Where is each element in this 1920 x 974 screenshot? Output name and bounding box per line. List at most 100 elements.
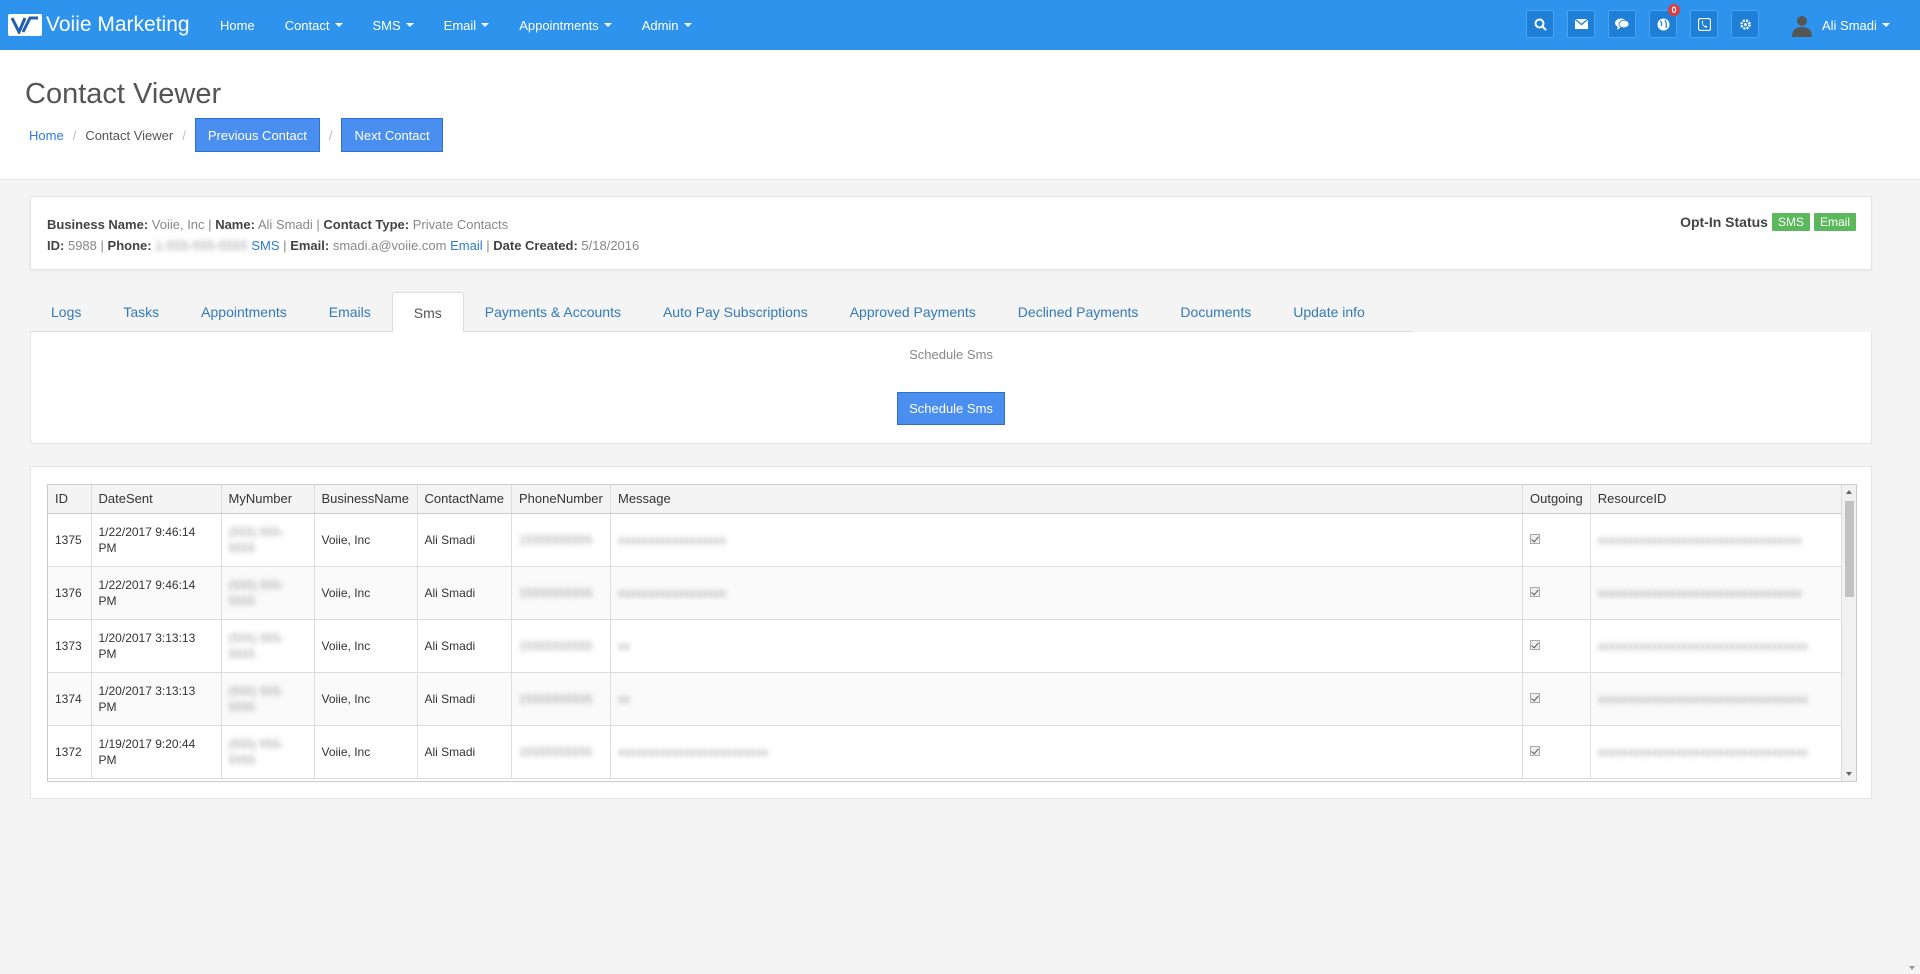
cell-my-number: (555) 555-5555 <box>221 513 315 567</box>
table-scrollbar-thumb[interactable] <box>1845 501 1854 597</box>
chevron-down-icon <box>481 23 490 27</box>
cell-text: xxxxxxxxxxxxxxxxxx <box>617 532 726 547</box>
cell-date: 1/20/2017 3:13:13 PM <box>91 672 222 726</box>
tab-logs[interactable]: Logs <box>30 292 102 332</box>
cell-text: 1375 <box>55 532 82 547</box>
contact-info-line-2: ID: 5988 | Phone: 1-555-555-5555 SMS | E… <box>47 238 640 253</box>
email-link[interactable]: Email <box>450 238 483 253</box>
opt-in-sms-badge: SMS <box>1771 213 1810 231</box>
info-divider: | <box>208 217 212 232</box>
table-row[interactable]: 1376 1/22/2017 9:46:14 PM (555) 555-5555 Vo… <box>48 566 1845 620</box>
cell-text: xxxxxxxxxxxxxxxxxxxxxxxxx <box>617 744 768 759</box>
column-header-businessname[interactable]: BusinessName <box>314 485 418 514</box>
date-created-label: Date Created: <box>493 238 578 253</box>
cell-text: 15555555555 <box>518 532 593 547</box>
cell-my-number: (555) 555-5555 <box>221 725 315 779</box>
next-contact-button[interactable]: Next Contact <box>341 118 443 152</box>
sms-log-table-container[interactable]: ID DateSent MyNumber BusinessName ContactNam… <box>47 484 1857 782</box>
schedule-sms-button[interactable]: Schedule Sms <box>897 392 1005 425</box>
column-header-datesent[interactable]: DateSent <box>91 485 222 514</box>
notifications-button[interactable]: 0 <box>1649 4 1680 38</box>
chat-button[interactable] <box>1608 10 1636 38</box>
breadcrumb-separator: / <box>328 127 333 143</box>
opt-in-label: Opt-In Status <box>1680 214 1768 230</box>
phone-button[interactable] <box>1690 10 1718 38</box>
nav-item-contact[interactable]: Contact <box>285 18 343 33</box>
nav-item-sms[interactable]: SMS <box>373 18 414 33</box>
tab-approved-payments[interactable]: Approved Payments <box>829 292 997 332</box>
cell-text: Voiie, Inc <box>321 532 371 547</box>
table-row[interactable]: 1374 1/20/2017 3:13:13 PM (555) 555-5555 Vo… <box>48 672 1845 726</box>
tab-sms[interactable]: Sms <box>391 292 464 333</box>
column-header-message[interactable]: Message <box>610 485 1523 514</box>
cell-contact: Ali Smadi <box>417 725 512 779</box>
page-scrollbar[interactable] <box>1903 180 1920 974</box>
tab-emails[interactable]: Emails <box>308 292 392 332</box>
brand-logo-icon <box>8 14 42 36</box>
tab-update-info[interactable]: Update info <box>1272 292 1386 332</box>
outgoing-checkbox <box>1529 639 1540 650</box>
sms-link[interactable]: SMS <box>251 238 279 253</box>
cell-phone: 15555555555 <box>511 619 611 673</box>
chevron-down-icon <box>603 23 612 27</box>
top-navbar: Voiie Marketing Home Contact SMS Email Appoi… <box>0 0 1920 50</box>
page-scroll-down-arrow-icon[interactable] <box>1909 966 1915 970</box>
cell-date: 1/22/2017 9:46:14 PM <box>91 513 222 567</box>
business-name-value: Voiie, Inc <box>151 217 205 232</box>
scroll-down-arrow-icon[interactable] <box>1846 772 1852 776</box>
tab-auto-pay-subscriptions[interactable]: Auto Pay Subscriptions <box>642 292 829 332</box>
user-menu[interactable]: Ali Smadi <box>1790 12 1890 38</box>
cell-contact: Ali Smadi <box>417 672 512 726</box>
nav-item-appointments[interactable]: Appointments <box>519 18 612 33</box>
table-row[interactable]: 1375 1/22/2017 9:46:14 PM (555) 555-5555 Vo… <box>48 513 1845 567</box>
cell-text: Voiie, Inc <box>321 585 371 600</box>
tab-appointments[interactable]: Appointments <box>180 292 308 332</box>
sms-log-table: ID DateSent MyNumber BusinessName ContactNam… <box>48 485 1845 779</box>
nav-item-home[interactable]: Home <box>220 18 255 33</box>
cell-text: Voiie, Inc <box>321 638 371 653</box>
table-header-row: ID DateSent MyNumber BusinessName ContactNam… <box>48 485 1845 514</box>
info-divider: | <box>316 217 320 232</box>
nav-item-admin[interactable]: Admin <box>642 18 692 33</box>
column-header-outgoing[interactable]: Outgoing <box>1522 485 1591 514</box>
messages-button[interactable] <box>1567 10 1595 38</box>
scroll-up-arrow-icon[interactable] <box>1846 490 1852 494</box>
nav-item-email[interactable]: Email <box>444 18 490 33</box>
cell-contact: Ali Smadi <box>417 619 512 673</box>
cell-text: Voiie, Inc <box>321 691 371 706</box>
column-header-contactname[interactable]: ContactName <box>417 485 512 514</box>
search-button[interactable] <box>1526 10 1554 38</box>
brand-name: Voiie Marketing <box>46 13 190 36</box>
table-row[interactable]: 1372 1/19/2017 9:20:44 PM (555) 555-5555 Vo… <box>48 725 1845 779</box>
tab-declined-payments[interactable]: Declined Payments <box>997 292 1160 332</box>
cell-id: 1376 <box>48 566 92 620</box>
tab-tasks[interactable]: Tasks <box>102 292 180 332</box>
column-header-phonenumber[interactable]: PhoneNumber <box>511 485 611 514</box>
column-header-resourceid[interactable]: ResourceID <box>1590 485 1845 514</box>
tab-payments-accounts[interactable]: Payments & Accounts <box>464 292 642 332</box>
cell-resource: xxxxxxxxxxxxxxxxxxxxxxxxxxxxxxxxxxx <box>1590 725 1845 779</box>
column-header-id[interactable]: ID <box>48 485 92 514</box>
cell-date: 1/19/2017 9:20:44 PM <box>91 725 222 779</box>
cell-text: Voiie, Inc <box>321 744 371 759</box>
sms-log-panel: ID DateSent MyNumber BusinessName ContactNam… <box>30 466 1872 799</box>
sms-tab-panel: Schedule Sms Schedule Sms <box>30 332 1872 444</box>
table-row[interactable]: 1373 1/20/2017 3:13:13 PM (555) 555-5555 Vo… <box>48 619 1845 673</box>
column-header-mynumber[interactable]: MyNumber <box>221 485 315 514</box>
email-value: smadi.a@voiie.com <box>332 238 447 253</box>
cell-text: xx <box>617 638 630 653</box>
breadcrumb-home-link[interactable]: Home <box>29 128 64 143</box>
table-scrollbar[interactable] <box>1841 485 1856 781</box>
page-header: Contact Viewer Home / Contact Viewer / P… <box>0 50 1920 180</box>
cell-id: 1372 <box>48 725 92 779</box>
contact-name-value: Ali Smadi <box>257 217 313 232</box>
cell-outgoing <box>1522 513 1591 567</box>
info-divider: | <box>486 238 490 253</box>
brand[interactable]: Voiie Marketing <box>8 10 190 40</box>
settings-button[interactable] <box>1731 10 1759 38</box>
cell-text: Ali Smadi <box>424 744 476 759</box>
cell-text: xx <box>617 691 630 706</box>
previous-contact-button[interactable]: Previous Contact <box>194 118 320 152</box>
tab-documents[interactable]: Documents <box>1159 292 1272 332</box>
cell-phone: 15555555555 <box>511 566 611 620</box>
